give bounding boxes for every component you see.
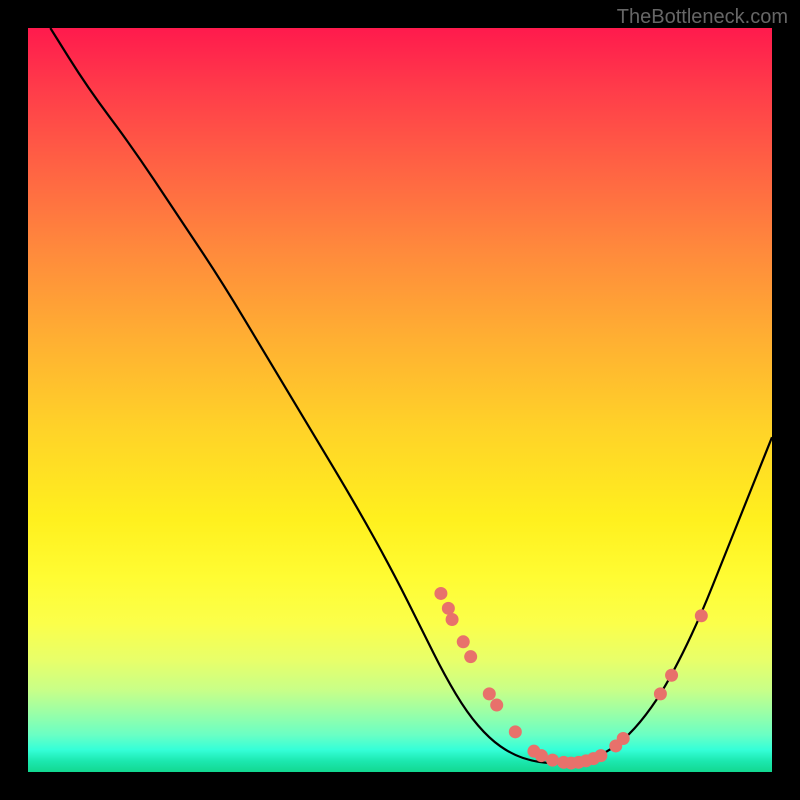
watermark-text: TheBottleneck.com [617, 6, 788, 29]
data-marker [654, 687, 667, 700]
data-marker [446, 613, 459, 626]
data-marker [490, 699, 503, 712]
data-marker [546, 754, 559, 767]
data-marker [457, 635, 470, 648]
chart-svg [28, 28, 772, 772]
data-markers [434, 587, 707, 770]
data-marker [509, 725, 522, 738]
data-marker [442, 602, 455, 615]
data-marker [594, 749, 607, 762]
plot-area [28, 28, 772, 772]
bottleneck-curve [50, 28, 772, 763]
data-marker [434, 587, 447, 600]
data-marker [695, 609, 708, 622]
data-marker [464, 650, 477, 663]
data-marker [617, 732, 630, 745]
data-marker [665, 669, 678, 682]
data-marker [535, 749, 548, 762]
data-marker [483, 687, 496, 700]
